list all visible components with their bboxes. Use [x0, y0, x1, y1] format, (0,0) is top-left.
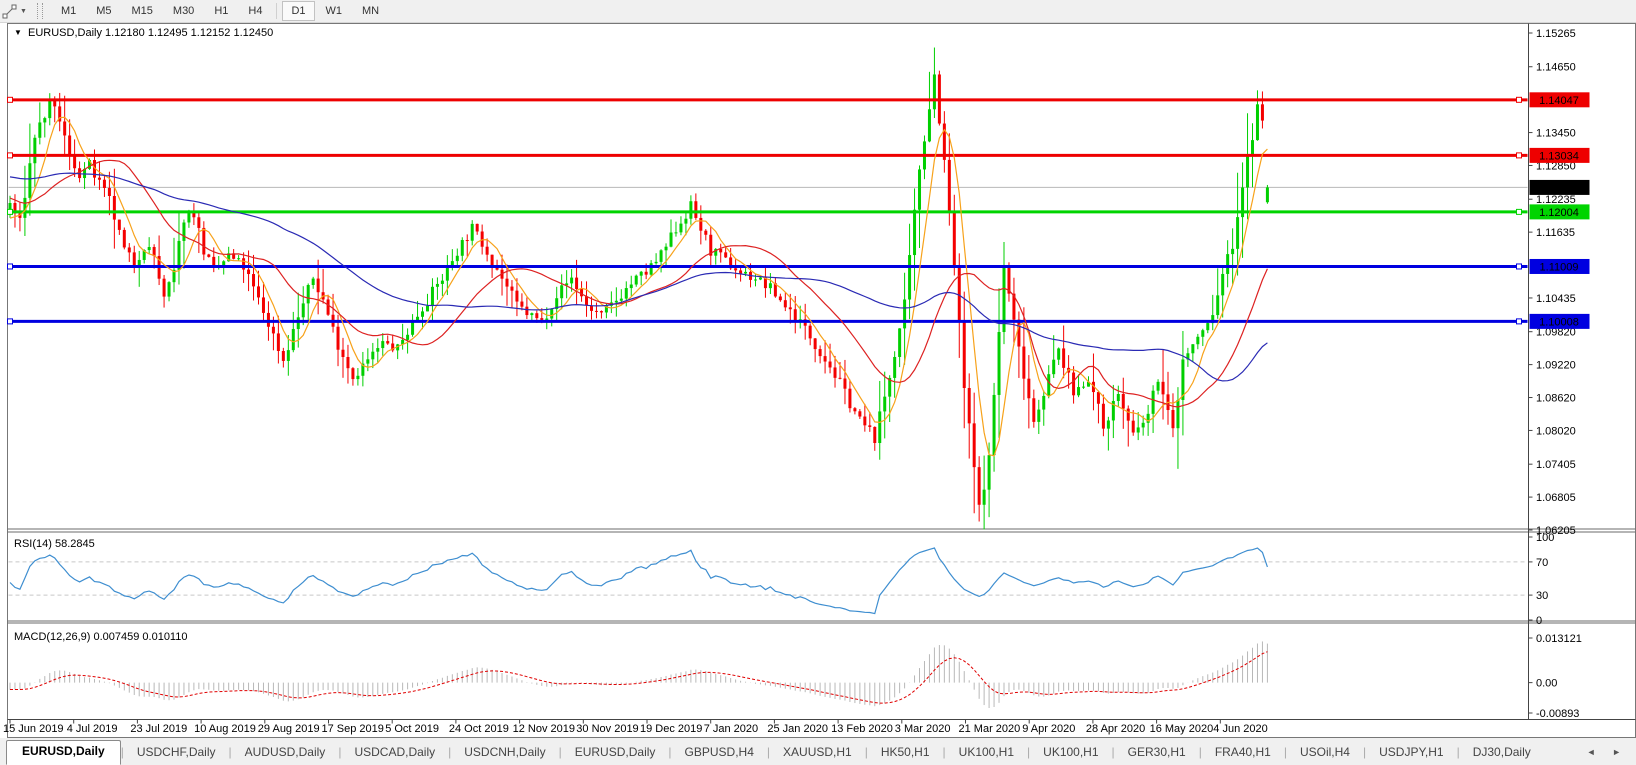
tab-scroll-arrows[interactable]: ◄ ►: [1579, 747, 1636, 765]
svg-text:0.00: 0.00: [1536, 678, 1557, 690]
svg-text:12 Nov 2019: 12 Nov 2019: [513, 723, 575, 735]
svg-text:21 Mar 2020: 21 Mar 2020: [959, 723, 1021, 735]
chart-tab-eurusd-daily[interactable]: EURUSD,Daily: [562, 742, 669, 765]
chart-tab-dj30-daily[interactable]: DJ30,Daily: [1460, 742, 1544, 765]
svg-text:1.15265: 1.15265: [1536, 28, 1576, 40]
svg-text:4 Jul 2019: 4 Jul 2019: [67, 723, 118, 735]
svg-text:7 Jan 2020: 7 Jan 2020: [704, 723, 758, 735]
hline-handle[interactable]: [1516, 96, 1522, 103]
chart-collapse-icon[interactable]: ▼: [14, 28, 22, 37]
svg-text:30 Nov 2019: 30 Nov 2019: [576, 723, 638, 735]
hline-handle[interactable]: [7, 263, 13, 270]
chart-tab-fra40-h1[interactable]: FRA40,H1: [1202, 742, 1284, 765]
chart-title: EURUSD,Daily 1.12180 1.12495 1.12152 1.1…: [28, 27, 273, 39]
hline-handle[interactable]: [1516, 263, 1522, 270]
svg-text:9 Apr 2020: 9 Apr 2020: [1022, 723, 1075, 735]
svg-text:28 Apr 2020: 28 Apr 2020: [1086, 723, 1145, 735]
macd-label: MACD(12,26,9) 0.007459 0.010110: [14, 631, 187, 643]
svg-text:24 Oct 2019: 24 Oct 2019: [449, 723, 509, 735]
hline-handle[interactable]: [1516, 318, 1522, 325]
svg-text:1.14650: 1.14650: [1536, 62, 1576, 74]
svg-text:10 Aug 2019: 10 Aug 2019: [194, 723, 256, 735]
chart-scene: 1.152651.146501.134501.128501.122351.116…: [3, 23, 1636, 738]
svg-text:5 Oct 2019: 5 Oct 2019: [385, 723, 439, 735]
chart-tab-usoil-h4[interactable]: USOil,H4: [1287, 742, 1363, 765]
svg-text:1.07405: 1.07405: [1536, 459, 1576, 471]
svg-text:17 Sep 2019: 17 Sep 2019: [322, 723, 384, 735]
svg-text:16 May 2020: 16 May 2020: [1150, 723, 1214, 735]
svg-text:19 Dec 2019: 19 Dec 2019: [640, 723, 702, 735]
rsi-label: RSI(14) 58.2845: [14, 538, 95, 550]
svg-text:1.12004: 1.12004: [1539, 207, 1579, 219]
svg-text:1.12450: 1.12450: [1539, 182, 1579, 194]
svg-text:23 Jul 2019: 23 Jul 2019: [130, 723, 187, 735]
svg-text:100: 100: [1536, 532, 1554, 544]
hline-handle[interactable]: [7, 318, 13, 325]
chart-tab-audusd-daily[interactable]: AUDUSD,Daily: [232, 742, 339, 765]
svg-text:1.06805: 1.06805: [1536, 492, 1576, 504]
chart-tab-hk50-h1[interactable]: HK50,H1: [868, 742, 943, 765]
chart-tab-eurusd-daily[interactable]: EURUSD,Daily: [6, 740, 121, 765]
chart-tab-bar: EURUSD,Daily | USDCHF,Daily | AUDUSD,Daily | U…: [0, 738, 1636, 765]
svg-text:30: 30: [1536, 590, 1548, 602]
svg-text:13 Feb 2020: 13 Feb 2020: [831, 723, 893, 735]
svg-text:3 Mar 2020: 3 Mar 2020: [895, 723, 951, 735]
chart-window-frame: [7, 23, 1636, 738]
svg-text:4 Jun 2020: 4 Jun 2020: [1213, 723, 1267, 735]
chart-tab-usdcnh-daily[interactable]: USDCNH,Daily: [451, 742, 558, 765]
chart-tab-usdjpy-h1[interactable]: USDJPY,H1: [1366, 742, 1456, 765]
svg-text:1.08020: 1.08020: [1536, 425, 1576, 437]
svg-text:0: 0: [1536, 615, 1542, 627]
chart-tab-gbpusd-h4[interactable]: GBPUSD,H4: [672, 742, 767, 765]
svg-text:29 Aug 2019: 29 Aug 2019: [258, 723, 320, 735]
chart-tab-uk100-h1[interactable]: UK100,H1: [1030, 742, 1111, 765]
hline-handle[interactable]: [1516, 152, 1522, 159]
svg-text:1.13450: 1.13450: [1536, 128, 1576, 140]
chart-tab-ger30-h1[interactable]: GER30,H1: [1115, 742, 1199, 765]
chart-tab-xauusd-h1[interactable]: XAUUSD,H1: [770, 742, 865, 765]
svg-text:70: 70: [1536, 557, 1548, 569]
hline-handle[interactable]: [7, 152, 13, 159]
chart-tab-usdcad-daily[interactable]: USDCAD,Daily: [341, 742, 448, 765]
svg-text:25 Jan 2020: 25 Jan 2020: [767, 723, 828, 735]
hline-handle[interactable]: [7, 96, 13, 103]
svg-text:1.13034: 1.13034: [1539, 150, 1579, 162]
svg-text:1.10435: 1.10435: [1536, 293, 1576, 305]
svg-text:0.013121: 0.013121: [1536, 633, 1582, 645]
svg-text:1.14047: 1.14047: [1539, 95, 1579, 107]
svg-text:1.09220: 1.09220: [1536, 360, 1576, 372]
svg-text:-0.00893: -0.00893: [1536, 708, 1579, 720]
svg-text:1.11009: 1.11009: [1540, 261, 1579, 273]
svg-text:1.10008: 1.10008: [1539, 316, 1579, 328]
chart-tab-usdchf-daily[interactable]: USDCHF,Daily: [124, 742, 229, 765]
svg-text:1.11635: 1.11635: [1536, 227, 1575, 239]
hline-handle[interactable]: [7, 208, 13, 215]
svg-text:15 Jun 2019: 15 Jun 2019: [3, 723, 64, 735]
chart-tab-uk100-h1[interactable]: UK100,H1: [946, 742, 1027, 765]
hline-handle[interactable]: [1516, 208, 1522, 215]
svg-text:1.08620: 1.08620: [1536, 393, 1576, 405]
